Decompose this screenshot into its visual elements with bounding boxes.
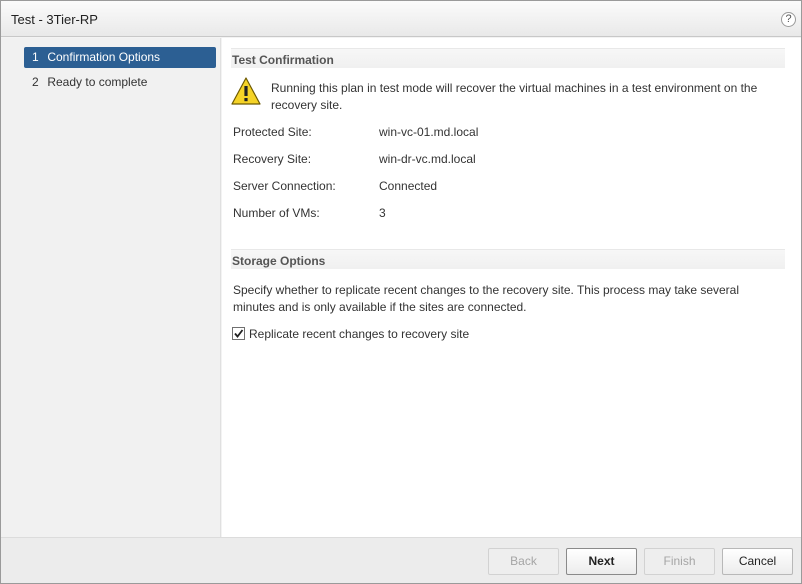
help-icon[interactable]: ? <box>781 12 796 27</box>
storage-description: Specify whether to replicate recent chan… <box>233 283 740 314</box>
warning-message: Running this plan in test mode will reco… <box>271 81 758 112</box>
step-label: Confirmation Options <box>47 50 161 64</box>
replicate-changes-checkbox[interactable] <box>232 327 245 340</box>
next-button[interactable]: Next <box>566 548 637 575</box>
number-of-vms-label: Number of VMs: <box>233 206 320 220</box>
protected-site-label: Protected Site: <box>233 125 312 139</box>
test-confirmation-header: Test Confirmation <box>231 48 785 68</box>
checkmark-icon <box>234 329 244 338</box>
server-connection-value: Connected <box>379 179 438 193</box>
warning-icon <box>231 77 261 105</box>
dialog-title: Test - 3Tier-RP <box>11 12 98 27</box>
finish-button[interactable]: Finish <box>644 548 715 575</box>
server-connection-label: Server Connection: <box>233 179 336 193</box>
test-recovery-dialog: Test - 3Tier-RP ? 1 Confirmation Options… <box>0 0 802 584</box>
wizard-content: Test Confirmation Running this plan in t… <box>222 38 801 537</box>
step-number: 1 <box>32 50 39 64</box>
cancel-button[interactable]: Cancel <box>722 548 793 575</box>
step-number: 2 <box>32 75 39 89</box>
recovery-site-value: win-dr-vc.md.local <box>379 152 476 166</box>
replicate-changes-label[interactable]: Replicate recent changes to recovery sit… <box>249 327 469 341</box>
storage-options-header: Storage Options <box>231 249 785 269</box>
recovery-site-label: Recovery Site: <box>233 152 312 166</box>
step-ready-to-complete[interactable]: 2 Ready to complete <box>24 72 216 93</box>
step-label: Ready to complete <box>47 75 148 89</box>
dialog-titlebar: Test - 3Tier-RP ? <box>1 1 801 37</box>
wizard-footer: Back Next Finish Cancel <box>1 537 801 583</box>
step-confirmation-options[interactable]: 1 Confirmation Options <box>24 47 216 68</box>
wizard-steps-sidebar: 1 Confirmation Options 2 Ready to comple… <box>1 38 221 537</box>
protected-site-value: win-vc-01.md.local <box>379 125 479 139</box>
number-of-vms-value: 3 <box>379 206 386 220</box>
section-title: Storage Options <box>232 254 326 268</box>
section-title: Test Confirmation <box>232 53 334 67</box>
back-button[interactable]: Back <box>488 548 559 575</box>
